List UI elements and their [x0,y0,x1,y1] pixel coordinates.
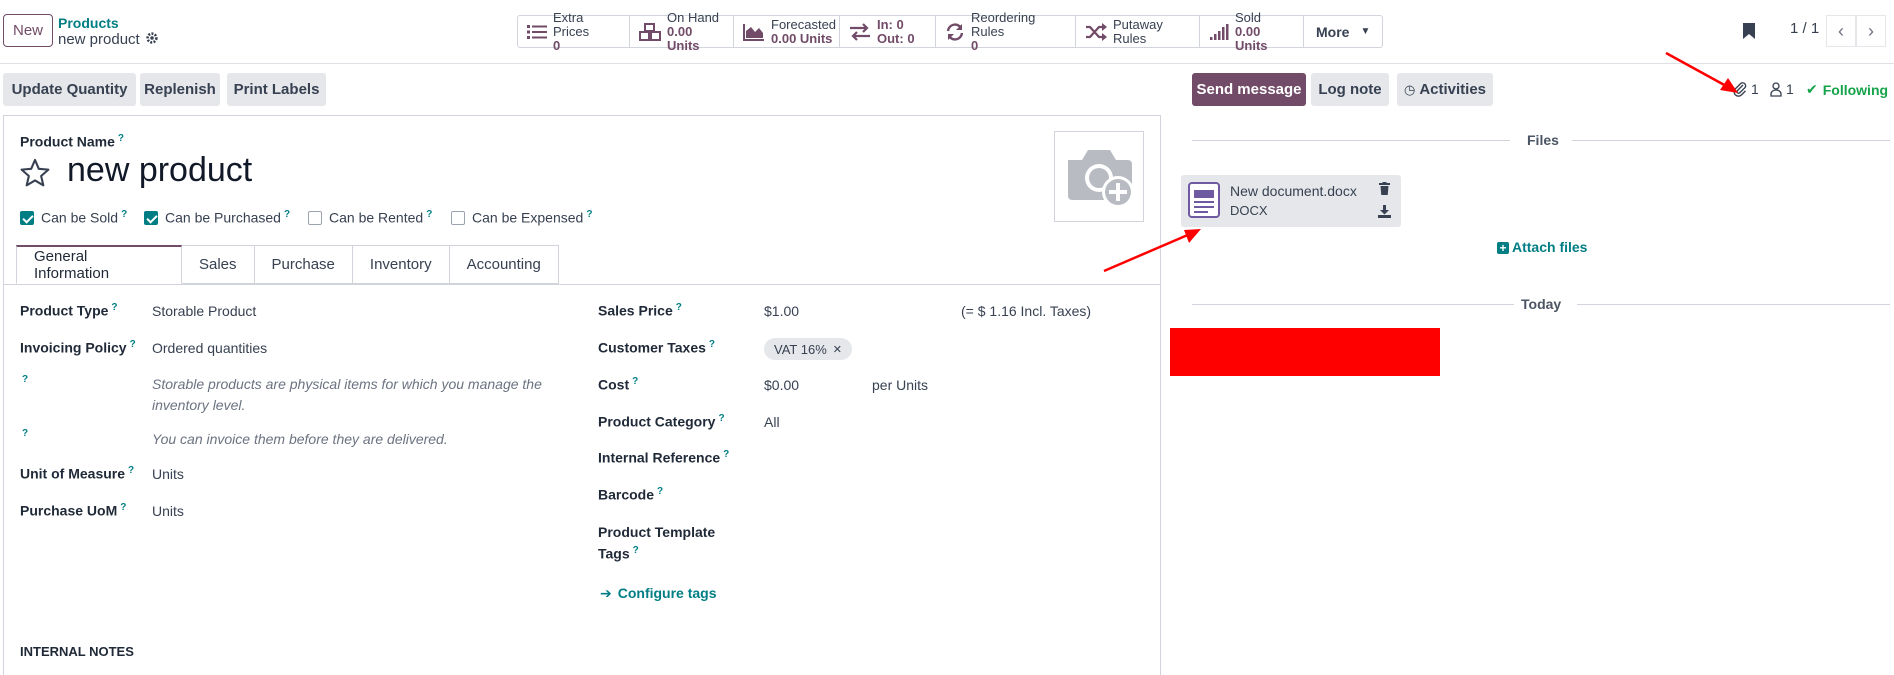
annotation-arrow-file [1103,229,1201,273]
annotation-arrow-attachments [1665,51,1738,93]
annotation-arrows [1103,51,1738,273]
